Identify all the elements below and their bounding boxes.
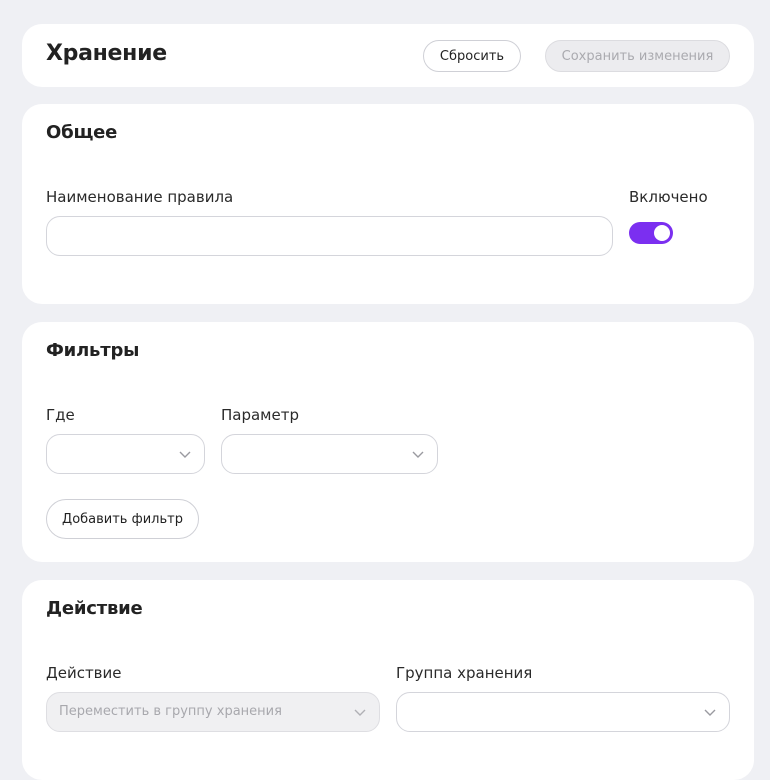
reset-button[interactable]: Сбросить <box>423 40 521 72</box>
enabled-label: Включено <box>629 188 708 206</box>
add-filter-button[interactable]: Добавить фильтр <box>46 499 199 539</box>
section-title-filters: Фильтры <box>46 340 140 361</box>
section-title-general: Общее <box>46 122 118 143</box>
page-header: Хранение Сбросить Сохранить изменения <box>22 24 754 87</box>
filters-section: Фильтры Где Параметр Добавить фильтр <box>22 322 754 562</box>
save-changes-button[interactable]: Сохранить изменения <box>545 40 730 72</box>
action-section: Действие Действие Переместить в группу х… <box>22 580 754 780</box>
param-label: Параметр <box>221 406 299 424</box>
enabled-toggle[interactable] <box>629 222 673 244</box>
where-select[interactable] <box>46 434 205 474</box>
param-select[interactable] <box>221 434 438 474</box>
action-label: Действие <box>46 664 122 682</box>
storage-group-label: Группа хранения <box>396 664 533 682</box>
chevron-down-icon <box>704 709 716 716</box>
chevron-down-icon <box>354 709 366 716</box>
rule-name-label: Наименование правила <box>46 188 234 206</box>
action-select[interactable]: Переместить в группу хранения <box>46 692 380 732</box>
general-section: Общее Наименование правила Включено <box>22 104 754 304</box>
page-title: Хранение <box>46 41 167 66</box>
chevron-down-icon <box>412 451 424 458</box>
rule-name-input[interactable] <box>46 216 613 256</box>
section-title-action: Действие <box>46 598 143 619</box>
storage-group-select[interactable] <box>396 692 730 732</box>
where-label: Где <box>46 406 75 424</box>
chevron-down-icon <box>179 451 191 458</box>
action-select-value: Переместить в группу хранения <box>59 704 282 719</box>
toggle-knob <box>654 225 670 241</box>
